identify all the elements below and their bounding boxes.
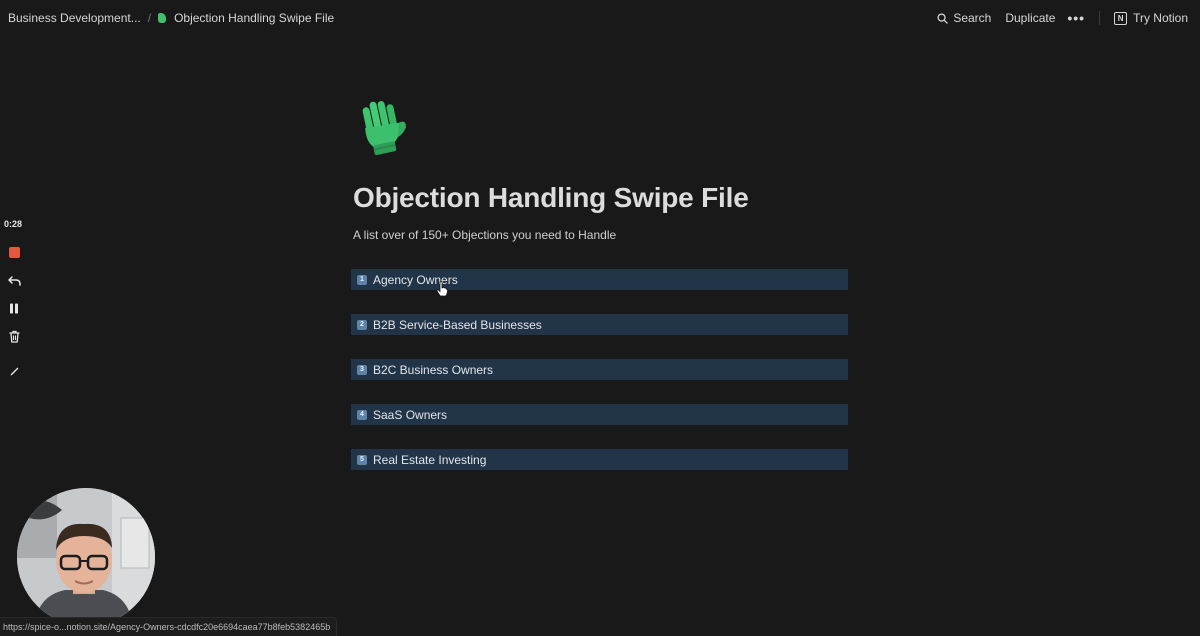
draw-button[interactable] (0, 356, 28, 384)
list-item-real-estate-investing[interactable]: 5 Real Estate Investing (351, 449, 848, 470)
link-preview-url: https://spice-o...notion.site/Agency-Own… (0, 617, 338, 636)
presenter-video-image (17, 488, 155, 626)
search-icon (937, 12, 949, 24)
try-notion-button[interactable]: N Try Notion (1114, 11, 1188, 25)
webcam-bubble[interactable] (17, 488, 155, 626)
recording-timer: 0:28 (4, 219, 23, 229)
list-item-label: B2B Service-Based Businesses (373, 317, 542, 332)
number-1-icon: 1 (357, 274, 367, 285)
undo-button[interactable] (0, 266, 28, 294)
list-item-label: SaaS Owners (373, 407, 448, 422)
number-4-icon: 4 (357, 409, 367, 420)
undo-icon (7, 275, 21, 286)
breadcrumb-current[interactable]: Objection Handling Swipe File (158, 11, 334, 25)
list-item-agency-owners[interactable]: 1 Agency Owners (351, 269, 848, 290)
pause-icon (10, 303, 18, 313)
pen-icon (10, 367, 18, 375)
divider (1099, 11, 1101, 25)
trash-icon (8, 330, 20, 343)
page-subtitle: A list over of 150+ Objections you need … (353, 228, 617, 242)
more-options-icon[interactable]: ••• (1067, 10, 1085, 26)
number-2-icon: 2 (357, 319, 367, 330)
green-glove-icon[interactable] (356, 98, 412, 158)
list-item-saas-owners[interactable]: 4 SaaS Owners (351, 404, 848, 425)
delete-button[interactable] (0, 322, 28, 350)
category-list: 1 Agency Owners 2 B2B Service-Based Busi… (351, 269, 848, 494)
breadcrumb: Business Development... / Objection Hand… (0, 11, 334, 25)
search-label: Search (953, 11, 992, 25)
topbar-actions: Search Duplicate ••• N Try Notion (923, 10, 1200, 26)
notion-page: Business Development... / Objection Hand… (0, 0, 1200, 636)
stop-recording-button[interactable] (0, 238, 28, 266)
number-3-icon: 3 (357, 364, 367, 375)
search-button[interactable]: Search (937, 11, 991, 25)
notion-logo-icon: N (1114, 11, 1128, 25)
try-notion-label: Try Notion (1133, 11, 1188, 25)
number-5-icon: 5 (357, 454, 367, 465)
duplicate-button[interactable]: Duplicate (1005, 11, 1055, 25)
list-item-b2b-service-based-businesses[interactable]: 2 B2B Service-Based Businesses (351, 314, 848, 335)
top-bar: Business Development... / Objection Hand… (0, 0, 1200, 36)
page-title: Objection Handling Swipe File (353, 182, 749, 213)
list-item-label: B2C Business Owners (373, 362, 494, 377)
pause-button[interactable] (0, 294, 28, 322)
list-item-b2c-business-owners[interactable]: 3 B2C Business Owners (351, 359, 848, 380)
breadcrumb-separator: / (147, 11, 152, 25)
hand-cursor-icon (436, 281, 448, 297)
list-item-label: Real Estate Investing (373, 452, 487, 467)
glove-icon (158, 13, 167, 23)
breadcrumb-current-label: Objection Handling Swipe File (174, 11, 335, 25)
recorder-toolbar (0, 238, 28, 384)
stop-icon (8, 246, 20, 258)
breadcrumb-parent[interactable]: Business Development... (8, 11, 141, 25)
